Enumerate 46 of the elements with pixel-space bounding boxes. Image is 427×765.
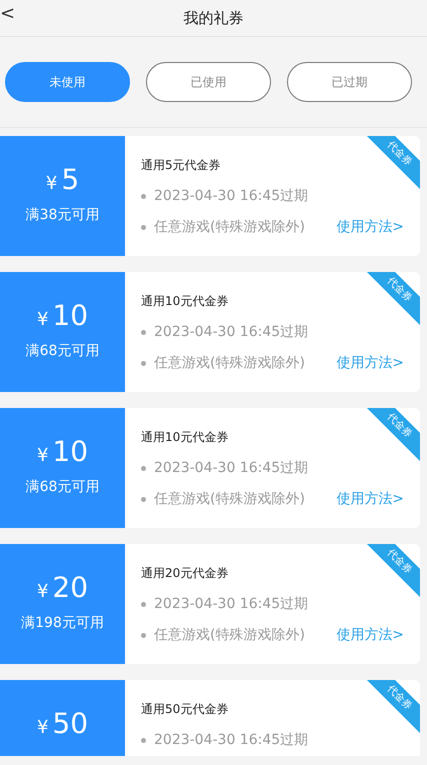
bullet-icon <box>141 633 146 638</box>
usage-scope: 任意游戏(特殊游戏除外) <box>154 218 305 237</box>
bullet-icon <box>141 602 146 607</box>
bullet-icon <box>141 466 146 471</box>
filter-tab[interactable]: 已过期 <box>287 62 412 102</box>
currency-symbol: ¥ <box>46 172 58 196</box>
coupon-name: 通用50元代金券 <box>141 701 228 718</box>
expiry-date: 2023-04-30 16:45过期 <box>154 323 308 342</box>
coupon-name: 通用10元代金券 <box>141 429 228 446</box>
usage-condition: 满68元可用 <box>26 342 100 361</box>
coupon-name: 通用5元代金券 <box>141 157 221 174</box>
bullet-icon <box>141 225 146 230</box>
coupon-amount: 20 <box>52 574 88 602</box>
bullet-icon <box>141 497 146 502</box>
bullet-icon <box>141 330 146 335</box>
expiry-date: 2023-04-30 16:45过期 <box>154 595 308 614</box>
currency-symbol: ¥ <box>36 580 48 604</box>
bullet-icon <box>141 194 146 199</box>
coupon-amount: 10 <box>52 438 88 466</box>
usage-link[interactable]: 使用方法> <box>336 625 404 646</box>
coupon-name: 通用20元代金券 <box>141 565 228 582</box>
coupon-amount: 50 <box>52 710 88 738</box>
usage-link[interactable]: 使用方法> <box>336 353 404 374</box>
coupon-amount: 5 <box>61 166 80 194</box>
currency-symbol: ¥ <box>36 716 48 740</box>
usage-scope: 任意游戏(特殊游戏除外) <box>154 626 305 645</box>
back-button[interactable]: < <box>0 5 16 23</box>
bullet-icon <box>141 361 146 366</box>
bullet-icon <box>141 738 146 743</box>
usage-link[interactable]: 使用方法> <box>336 489 404 510</box>
coupon-amount: 10 <box>52 302 88 330</box>
page-title: 我的礼券 <box>184 8 244 29</box>
currency-symbol: ¥ <box>36 308 48 332</box>
usage-condition: 满38元可用 <box>26 206 100 225</box>
expiry-date: 2023-04-30 16:45过期 <box>154 187 308 206</box>
usage-scope: 任意游戏(特殊游戏除外) <box>154 490 305 509</box>
filter-tab[interactable]: 已使用 <box>146 62 271 102</box>
usage-scope: 任意游戏(特殊游戏除外) <box>154 354 305 373</box>
expiry-date: 2023-04-30 16:45过期 <box>154 459 308 478</box>
usage-link[interactable]: 使用方法> <box>336 217 404 238</box>
expiry-date: 2023-04-30 16:45过期 <box>154 731 308 750</box>
usage-condition: 满198元可用 <box>21 614 104 633</box>
coupon-name: 通用10元代金券 <box>141 293 228 310</box>
filter-tab[interactable]: 未使用 <box>5 62 130 102</box>
usage-condition: 满68元可用 <box>26 478 100 497</box>
currency-symbol: ¥ <box>36 444 48 468</box>
